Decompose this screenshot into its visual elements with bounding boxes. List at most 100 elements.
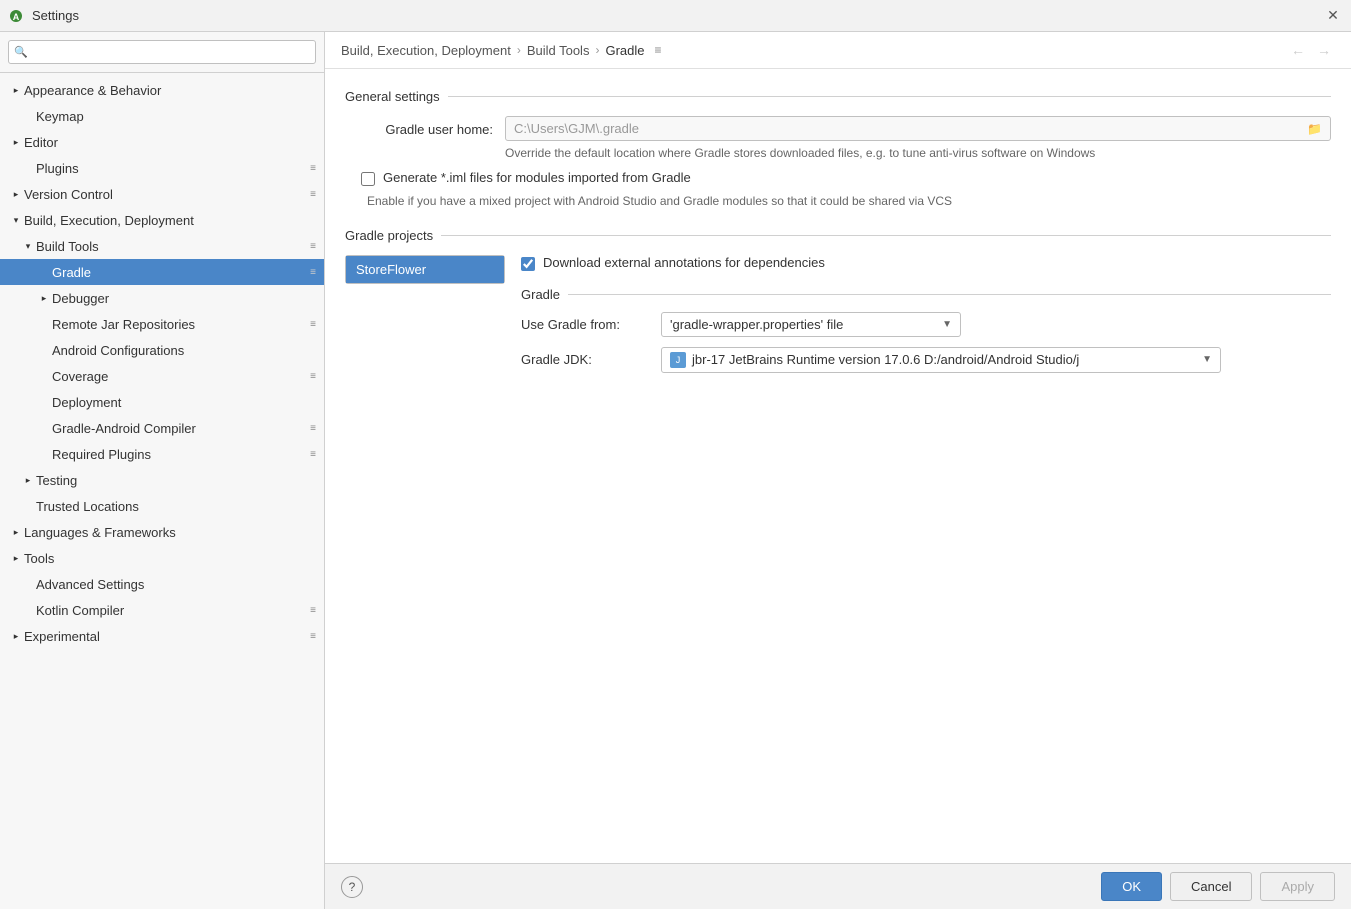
tree-arrow-gradle — [36, 264, 52, 280]
download-annotations-checkbox[interactable] — [521, 257, 535, 271]
use-gradle-from-row: Use Gradle from: 'gradle-wrapper.propert… — [521, 312, 1331, 337]
sidebar-item-editor[interactable]: ▸Editor — [0, 129, 324, 155]
sidebar-label-version-control: Version Control — [24, 187, 306, 202]
breadcrumb-part-0[interactable]: Build, Execution, Deployment — [341, 43, 511, 58]
sidebar-item-gradle-android[interactable]: Gradle-Android Compiler≡ — [0, 415, 324, 441]
sidebar-item-deployment[interactable]: Deployment — [0, 389, 324, 415]
sidebar-label-kotlin-compiler: Kotlin Compiler — [36, 603, 306, 618]
tree-arrow-trusted-locations — [20, 498, 36, 514]
sidebar-item-required-plugins[interactable]: Required Plugins≡ — [0, 441, 324, 467]
tree-arrow-build-tools: ▾ — [20, 238, 36, 254]
sidebar-icon-right-coverage: ≡ — [310, 371, 316, 382]
sidebar-label-build-execution: Build, Execution, Deployment — [24, 213, 316, 228]
help-button[interactable]: ? — [341, 876, 363, 898]
sidebar-item-coverage[interactable]: Coverage ≡ — [0, 363, 324, 389]
sidebar-label-keymap: Keymap — [36, 109, 316, 124]
breadcrumb-current: Gradle — [605, 43, 644, 58]
generate-iml-label: Generate *.iml files for modules importe… — [383, 170, 691, 185]
sidebar-label-advanced-settings: Advanced Settings — [36, 577, 316, 592]
sidebar-item-build-tools[interactable]: ▾Build Tools≡ — [0, 233, 324, 259]
ok-button[interactable]: OK — [1101, 872, 1162, 901]
gradle-user-home-placeholder: C:\Users\GJM\.gradle — [514, 121, 639, 136]
sidebar-label-appearance: Appearance & Behavior — [24, 83, 316, 98]
apply-button[interactable]: Apply — [1260, 872, 1335, 901]
breadcrumb-sep-1: › — [595, 43, 599, 57]
tree-arrow-build-execution: ▾ — [8, 212, 24, 228]
projects-list: StoreFlower — [345, 255, 505, 284]
generate-iml-checkbox-row: Generate *.iml files for modules importe… — [345, 170, 1331, 186]
project-item-storeflower[interactable]: StoreFlower — [346, 256, 504, 283]
gradle-jdk-label: Gradle JDK: — [521, 352, 661, 367]
gradle-user-home-label: Gradle user home: — [345, 116, 505, 137]
breadcrumb-forward-button[interactable]: → — [1313, 42, 1335, 58]
sidebar-item-debugger[interactable]: ▸Debugger — [0, 285, 324, 311]
sidebar-icon-right-build-tools: ≡ — [310, 241, 316, 252]
sidebar-label-editor: Editor — [24, 135, 316, 150]
sidebar-item-experimental[interactable]: ▸Experimental≡ — [0, 623, 324, 649]
tree-arrow-kotlin-compiler — [20, 602, 36, 618]
sidebar-item-trusted-locations[interactable]: Trusted Locations — [0, 493, 324, 519]
general-settings-header: General settings — [345, 89, 1331, 104]
sidebar-item-remote-jar[interactable]: Remote Jar Repositories≡ — [0, 311, 324, 337]
sidebar-icon-right-gradle: ≡ — [310, 267, 316, 278]
sidebar-item-tools[interactable]: ▸Tools — [0, 545, 324, 571]
use-gradle-from-dropdown[interactable]: 'gradle-wrapper.properties' file ▼ — [661, 312, 961, 337]
gradle-projects-header: Gradle projects — [345, 228, 1331, 243]
sidebar-label-debugger: Debugger — [52, 291, 316, 306]
sidebar-label-experimental: Experimental — [24, 629, 306, 644]
tree-arrow-languages-frameworks: ▸ — [8, 524, 24, 540]
tree-arrow-gradle-android — [36, 420, 52, 436]
breadcrumb-back-button[interactable]: ← — [1287, 42, 1309, 58]
close-button[interactable]: ✕ — [1323, 6, 1343, 26]
tree-arrow-tools: ▸ — [8, 550, 24, 566]
breadcrumb-sep-0: › — [517, 43, 521, 57]
sidebar-item-gradle[interactable]: Gradle≡ — [0, 259, 324, 285]
folder-icon[interactable]: 📁 — [1307, 122, 1322, 136]
gradle-jdk-dropdown[interactable]: J jbr-17 JetBrains Runtime version 17.0.… — [661, 347, 1221, 373]
gradle-user-home-input[interactable]: C:\Users\GJM\.gradle 📁 — [505, 116, 1331, 141]
sidebar-item-android-config[interactable]: Android Configurations — [0, 337, 324, 363]
sidebar-item-version-control[interactable]: ▸Version Control≡ — [0, 181, 324, 207]
tree-arrow-remote-jar — [36, 316, 52, 332]
sidebar-label-plugins: Plugins — [36, 161, 306, 176]
tree-arrow-required-plugins — [36, 446, 52, 462]
gradle-subsection: Gradle Use Gradle from: 'gradle-wrapper.… — [521, 287, 1331, 373]
gradle-projects-section: Gradle projects StoreFlower Download ext… — [345, 228, 1331, 383]
projects-layout: StoreFlower Download external annotation… — [345, 255, 1331, 383]
sidebar-item-languages-frameworks[interactable]: ▸Languages & Frameworks — [0, 519, 324, 545]
jdk-icon: J — [670, 352, 686, 368]
search-input[interactable] — [8, 40, 316, 64]
breadcrumb-nav: ← → — [1287, 42, 1335, 58]
sidebar-label-trusted-locations: Trusted Locations — [36, 499, 316, 514]
sidebar-label-coverage: Coverage — [52, 369, 306, 384]
tree-arrow-debugger: ▸ — [36, 290, 52, 306]
use-gradle-from-value: 'gradle-wrapper.properties' file — [670, 317, 843, 332]
search-icon: 🔍 — [14, 46, 28, 59]
generate-iml-checkbox[interactable] — [361, 172, 375, 186]
sidebar-icon-right-kotlin-compiler: ≡ — [310, 605, 316, 616]
sidebar-item-plugins[interactable]: Plugins≡ — [0, 155, 324, 181]
sidebar-tree: ▸Appearance & BehaviorKeymap▸EditorPlugi… — [0, 73, 324, 909]
sidebar-label-testing: Testing — [36, 473, 316, 488]
content-scroll: General settings Gradle user home: C:\Us… — [325, 69, 1351, 863]
generate-iml-row: Generate *.iml files for modules importe… — [345, 170, 1331, 208]
breadcrumb-edit-icon[interactable]: ≡ — [654, 43, 661, 57]
sidebar-label-deployment: Deployment — [52, 395, 316, 410]
tree-arrow-testing: ▸ — [20, 472, 36, 488]
projects-settings: Download external annotations for depend… — [521, 255, 1331, 383]
sidebar-item-advanced-settings[interactable]: Advanced Settings — [0, 571, 324, 597]
sidebar-item-build-execution[interactable]: ▾Build, Execution, Deployment — [0, 207, 324, 233]
sidebar-item-testing[interactable]: ▸Testing — [0, 467, 324, 493]
sidebar-label-android-config: Android Configurations — [52, 343, 316, 358]
main-container: 🔍 ▸Appearance & BehaviorKeymap▸EditorPlu… — [0, 32, 1351, 909]
cancel-button[interactable]: Cancel — [1170, 872, 1252, 901]
title-bar: A Settings ✕ — [0, 0, 1351, 32]
sidebar-item-appearance[interactable]: ▸Appearance & Behavior — [0, 77, 324, 103]
tree-arrow-appearance: ▸ — [8, 82, 24, 98]
svg-text:A: A — [13, 12, 20, 22]
tree-arrow-advanced-settings — [20, 576, 36, 592]
sidebar-item-keymap[interactable]: Keymap — [0, 103, 324, 129]
sidebar-item-kotlin-compiler[interactable]: Kotlin Compiler ≡ — [0, 597, 324, 623]
gradle-subsection-header: Gradle — [521, 287, 1331, 302]
breadcrumb-part-1[interactable]: Build Tools — [527, 43, 590, 58]
